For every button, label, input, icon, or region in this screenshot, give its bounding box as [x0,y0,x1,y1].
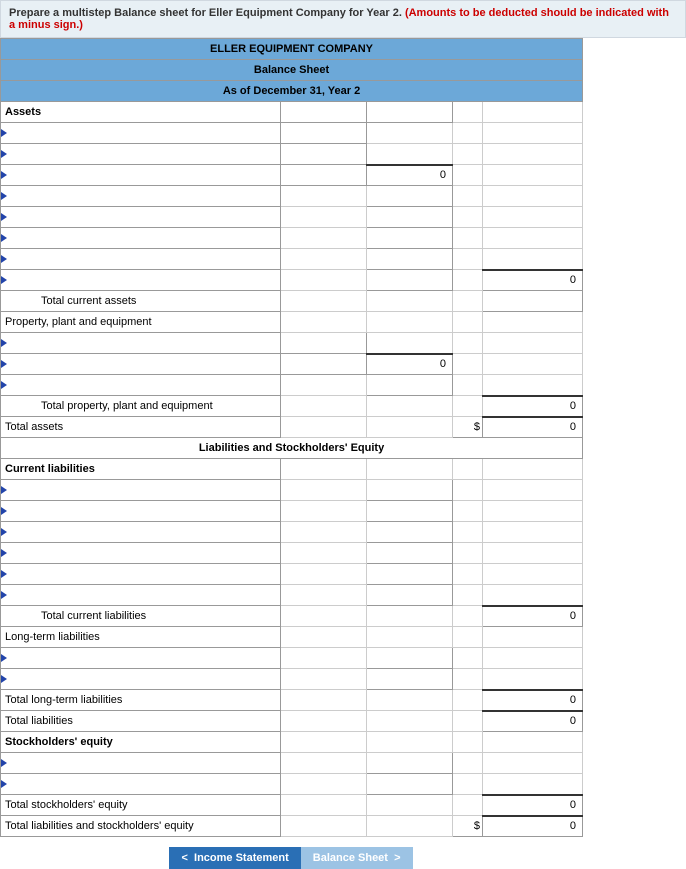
subtotal-cell: 0 [483,270,583,291]
se-row-dropdown[interactable] [1,774,281,795]
asset-row-dropdown[interactable] [1,270,281,291]
nav-buttons: < Income Statement Balance Sheet > [0,847,582,869]
amount-cell[interactable] [483,291,583,312]
amount-cell[interactable] [367,648,453,669]
liab-row-dropdown[interactable] [1,480,281,501]
amount-cell[interactable] [367,753,453,774]
total-se-value: 0 [483,795,583,816]
instructions-banner: Prepare a multistep Balance sheet for El… [0,0,686,38]
asset-row-dropdown[interactable] [1,228,281,249]
ppe-row-dropdown[interactable] [1,354,281,375]
ppe-heading: Property, plant and equipment [1,312,281,333]
liab-row-dropdown[interactable] [1,522,281,543]
current-liab-heading: Current liabilities [1,459,281,480]
asset-row-dropdown[interactable] [1,249,281,270]
asset-row-dropdown[interactable] [1,186,281,207]
total-se-label: Total stockholders' equity [1,795,281,816]
amount-cell[interactable] [281,354,367,375]
subtotal-cell: 0 [367,165,453,186]
instruction-text: Prepare a multistep Balance sheet for El… [9,7,405,19]
asset-row-dropdown[interactable] [1,123,281,144]
asset-row-dropdown[interactable] [1,165,281,186]
total-cur-liab-label: Total current liabilities [1,606,281,627]
assets-heading: Assets [1,102,281,123]
se-row-dropdown[interactable] [1,753,281,774]
amount-cell[interactable] [367,270,453,291]
sheet-title: Balance Sheet [1,60,583,81]
total-lt-liab-value: 0 [483,690,583,711]
amount-cell[interactable] [367,249,453,270]
liab-row-dropdown[interactable] [1,564,281,585]
total-liab-value: 0 [483,711,583,732]
total-cur-liab-value: 0 [483,606,583,627]
total-lt-liab-label: Total long-term liabilities [1,690,281,711]
amount-cell[interactable] [367,207,453,228]
total-liab-label: Total liabilities [1,711,281,732]
chevron-right-icon: > [394,852,400,864]
amount-cell[interactable] [367,186,453,207]
total-liab-se-value: 0 [483,816,583,837]
company-header: ELLER EQUIPMENT COMPANY [1,39,583,60]
asset-row-dropdown[interactable] [1,207,281,228]
amount-cell[interactable] [367,228,453,249]
amount-cell[interactable] [281,333,367,354]
balance-sheet-table: ELLER EQUIPMENT COMPANY Balance Sheet As… [0,38,583,837]
total-assets-value: 0 [483,417,583,438]
se-heading: Stockholders' equity [1,732,281,753]
currency-symbol: $ [453,417,483,438]
total-current-assets-label: Total current assets [1,291,281,312]
sheet-date: As of December 31, Year 2 [1,81,583,102]
subtotal-cell: 0 [367,354,453,375]
amount-cell[interactable] [367,669,453,690]
total-ppe-label: Total property, plant and equipment [1,396,281,417]
amount-cell[interactable] [367,480,453,501]
amount-cell[interactable] [367,774,453,795]
amount-cell[interactable] [367,543,453,564]
amount-cell[interactable] [281,165,367,186]
lt-liab-row-dropdown[interactable] [1,669,281,690]
asset-row-dropdown[interactable] [1,144,281,165]
total-assets-label: Total assets [1,417,281,438]
liab-row-dropdown[interactable] [1,543,281,564]
ppe-row-dropdown[interactable] [1,333,281,354]
current-tab-label: Balance Sheet [313,852,388,864]
total-liab-se-label: Total liabilities and stockholders' equi… [1,816,281,837]
amount-cell[interactable] [367,501,453,522]
liab-row-dropdown[interactable] [1,585,281,606]
lt-liab-heading: Long-term liabilities [1,627,281,648]
liab-row-dropdown[interactable] [1,501,281,522]
ppe-row-dropdown[interactable] [1,375,281,396]
lt-liab-row-dropdown[interactable] [1,648,281,669]
liab-eq-heading: Liabilities and Stockholders' Equity [1,438,583,459]
total-ppe-value: 0 [483,396,583,417]
chevron-left-icon: < [181,852,187,864]
currency-symbol: $ [453,816,483,837]
current-tab-button[interactable]: Balance Sheet > [301,847,413,869]
prev-tab-label: Income Statement [194,852,289,864]
amount-cell[interactable] [281,144,367,165]
amount-cell[interactable] [367,585,453,606]
amount-cell[interactable] [281,123,367,144]
amount-cell[interactable] [367,564,453,585]
amount-cell[interactable] [367,375,453,396]
prev-tab-button[interactable]: < Income Statement [169,847,300,869]
amount-cell[interactable] [367,522,453,543]
